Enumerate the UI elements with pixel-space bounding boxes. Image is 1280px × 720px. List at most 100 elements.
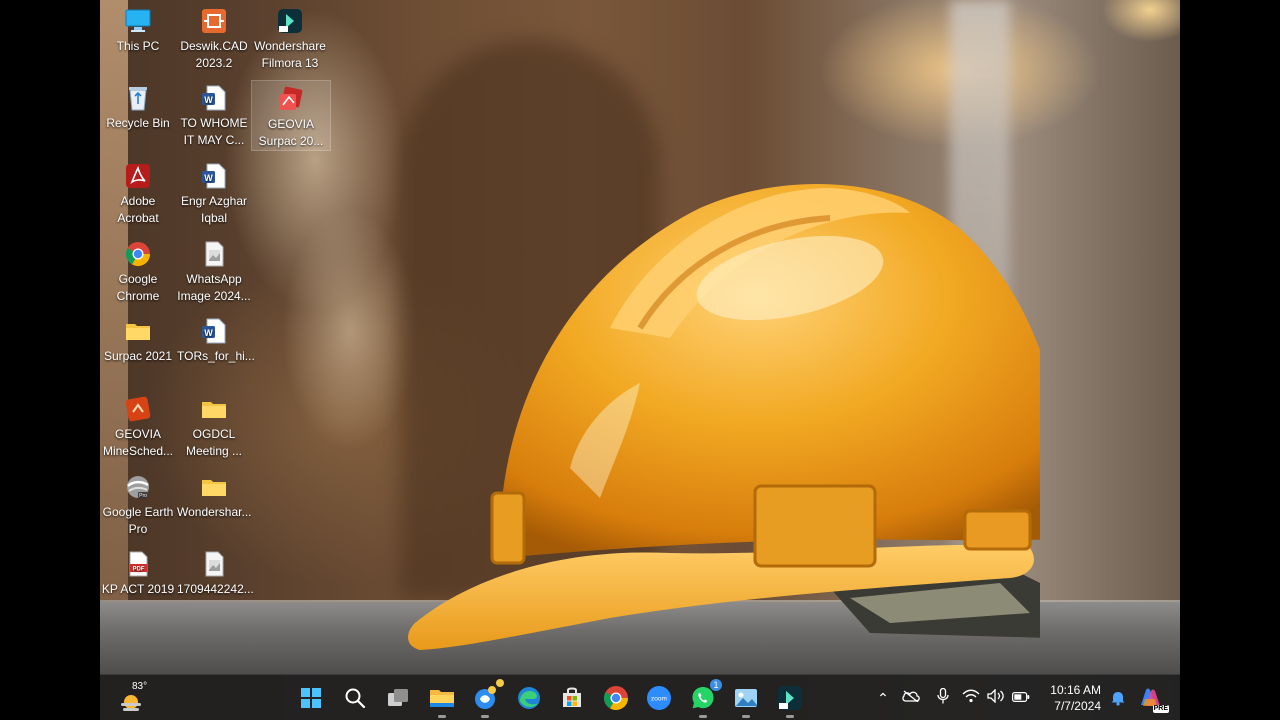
copilot-badge: PRE [1152,705,1169,713]
desktop-icon-label: Google Chrome [116,272,160,303]
taskbar-clock[interactable]: 10:16 AM 7/7/2024 [1045,682,1101,714]
taskbar-store-button[interactable] [556,682,588,714]
folder-icon [123,316,153,346]
volume-icon[interactable] [984,687,1008,708]
deswik-icon [199,6,229,36]
status-dot [496,679,504,687]
desktop-icon-wondershar[interactable]: Wondershar... [175,469,253,521]
windows-start-icon [300,687,322,709]
chevron-up-icon[interactable]: ⌃ [872,690,894,707]
hard-hat-wallpaper [310,168,1070,668]
desktop-icon-label: KP ACT 2019 [101,582,175,596]
taskbar-zoom-button[interactable]: zoom [643,682,675,714]
recycle-bin-icon [123,83,153,113]
minesched-icon [123,394,153,424]
weather-widget[interactable]: 83° [118,681,158,715]
desktop-icon-chrome[interactable]: Google Chrome [100,236,177,305]
desktop-icon-ogdcl[interactable]: OGDCL Meeting ... [175,391,253,460]
acrobat-icon [123,161,153,191]
taskbar-chrome-button[interactable] [600,682,632,714]
notification-bell-button[interactable] [1102,682,1134,714]
running-indicator [742,715,750,718]
edge-icon [516,685,542,711]
desktop-icon-surpac2021[interactable]: Surpac 2021 [100,313,177,365]
folder-icon [199,394,229,424]
desktop-icon-label: Google Earth Pro [102,505,174,536]
desktop-icon-img1709[interactable]: 1709442242... [175,546,254,598]
system-tray: ⌃ [872,675,1034,720]
wifi-icon[interactable] [958,689,984,708]
desktop-icon-label: Wondershare Filmora 13 [254,39,326,70]
copilot-button[interactable]: PRE [1134,682,1169,714]
copilot-app-icon [472,685,498,711]
desktop-icon-label: Deswik.CAD 2023.2 [180,39,248,70]
desktop-icon-label: TORs_for_hi... [177,349,255,363]
taskbar-search-button[interactable] [339,682,371,714]
weather-temp: 83° [132,681,148,692]
desktop-icon-acrobat[interactable]: Adobe Acrobat [100,158,177,227]
surpac-icon [276,84,306,114]
svg-text:Pro: Pro [139,493,147,499]
microphone-icon[interactable] [928,687,958,709]
running-indicator [699,715,707,718]
search-icon [344,687,366,709]
svg-text:W: W [204,95,213,105]
desktop-icon-minesched[interactable]: GEOVIA MineSched... [100,391,177,460]
google-earth-icon: Pro [123,472,153,502]
desktop-icon-recycle[interactable]: Recycle Bin [100,80,177,132]
bell-icon [1111,692,1125,706]
taskbar-task-view-button[interactable] [382,682,414,714]
taskbar-start-button[interactable] [295,682,327,714]
onedrive-icon[interactable] [894,689,928,707]
desktop-icon-this-pc[interactable]: This PC [100,3,177,55]
word-doc-icon: W [199,316,229,346]
desktop-icon-label: Wondershar... [177,505,252,519]
desktop-icon-label: OGDCL Meeting ... [185,427,243,458]
svg-text:W: W [204,328,213,338]
chrome-icon [123,239,153,269]
desktop-icon-to-whome[interactable]: W TO WHOME IT MAY C... [175,80,253,149]
taskbar-edge-button[interactable] [513,682,545,714]
desktop-icon-label: Surpac 2021 [103,349,173,363]
taskbar: 83° zoom 1 ⌃ 10:16 AM 7/7/2024 PRE [100,674,1180,720]
filmora-icon [776,684,804,712]
svg-text:zoom: zoom [651,696,667,703]
desktop-icon-deswik[interactable]: Deswik.CAD 2023.2 [175,3,253,72]
desktop-icon-label: Recycle Bin [106,116,170,130]
word-doc-icon: W [199,161,229,191]
desktop-icon-kpact[interactable]: PDF KP ACT 2019 [100,546,177,598]
clock-date: 7/7/2024 [1054,699,1101,713]
desktop-screen: This PC Deswik.CAD 2023.2 Wondershare Film… [100,0,1180,720]
running-indicator [438,715,446,718]
svg-text:PDF: PDF [133,567,145,573]
desktop-icon-filmora[interactable]: Wondershare Filmora 13 [251,3,329,72]
running-indicator [481,715,489,718]
desktop-icon-whatsapp-img[interactable]: WhatsApp Image 2024... [175,236,253,305]
desktop-icon-earth[interactable]: Pro Google Earth Pro [100,469,177,538]
taskbar-copilot-app-button[interactable] [469,679,504,718]
taskbar-photos-button[interactable] [730,682,762,718]
svg-text:W: W [204,173,213,183]
desktop-icon-geovia-surpac[interactable]: GEOVIA Surpac 20... [251,80,331,151]
word-doc-icon: W [199,83,229,113]
taskbar-whatsapp-button[interactable]: 1 [687,679,722,718]
desktop-icon-label: This PC [116,39,160,53]
taskbar-file-explorer-button[interactable] [426,682,458,718]
desktop-icon-label: TO WHOME IT MAY C... [180,116,248,147]
desktop-icon-label: Engr Azghar Iqbal [180,194,248,225]
task-view-icon [386,687,410,709]
desktop-icon-tors[interactable]: W TORs_for_hi... [175,313,255,365]
filmora-icon [275,6,305,36]
taskbar-filmora-button[interactable] [774,682,806,718]
clock-time: 10:16 AM [1050,683,1101,697]
battery-icon[interactable] [1008,689,1034,707]
zoom-icon: zoom [646,685,672,711]
desktop-icon-engr[interactable]: W Engr Azghar Iqbal [175,158,253,227]
desktop-icon-label: Adobe Acrobat [117,194,159,225]
desktop-icon-label: GEOVIA MineSched... [102,427,174,458]
store-icon [560,686,584,710]
folder-icon [199,472,229,502]
monitor-icon [123,6,153,36]
desktop-icon-label: 1709442242... [177,582,254,596]
pdf-icon: PDF [123,549,153,579]
